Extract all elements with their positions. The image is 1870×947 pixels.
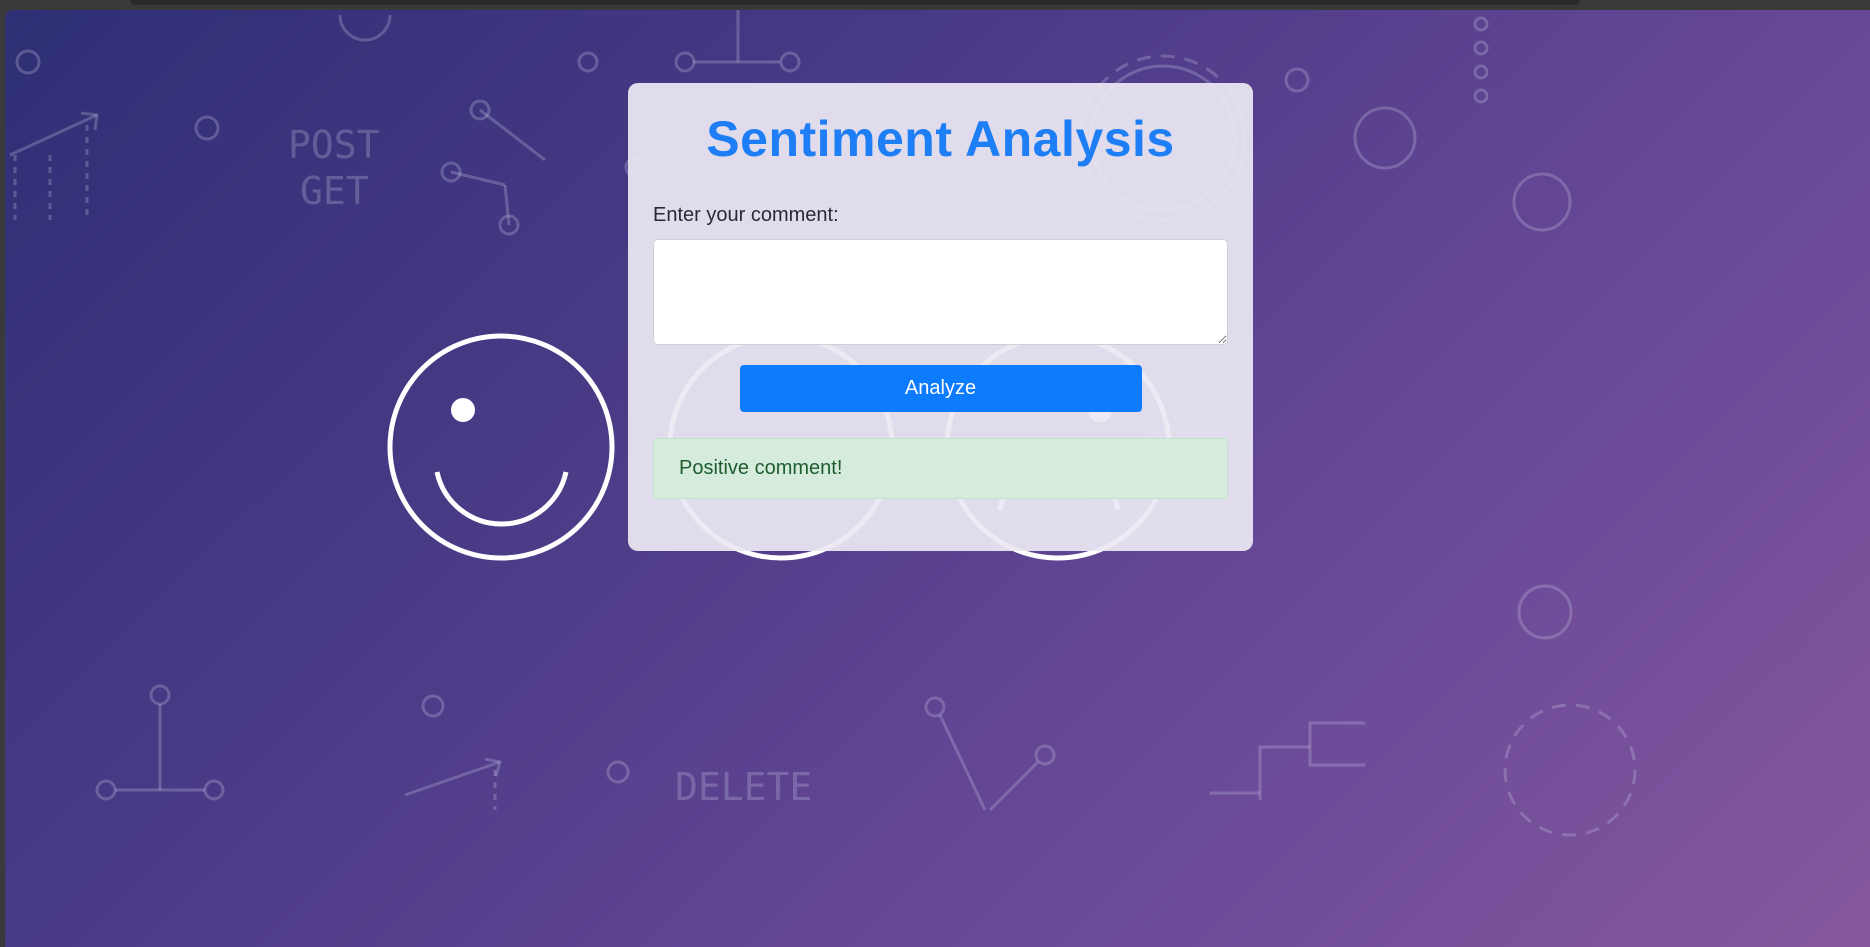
result-alert: Positive comment!	[653, 437, 1228, 499]
page-viewport: POST GET DELETE Sentiment Analysis Enter…	[5, 10, 1870, 947]
analyze-button[interactable]: Analyze	[739, 364, 1142, 412]
comment-input[interactable]	[653, 238, 1228, 345]
happy-face-icon	[387, 333, 615, 561]
browser-tab-strip	[130, 0, 1580, 5]
bg-delete-label: DELETE	[675, 765, 812, 809]
bg-post-label: POST	[288, 123, 380, 167]
bg-get-label: GET	[300, 169, 369, 213]
page-title: Sentiment Analysis	[706, 111, 1175, 167]
comment-label: Enter your comment:	[653, 203, 839, 226]
sentiment-card: Sentiment Analysis Enter your comment: A…	[628, 83, 1253, 551]
